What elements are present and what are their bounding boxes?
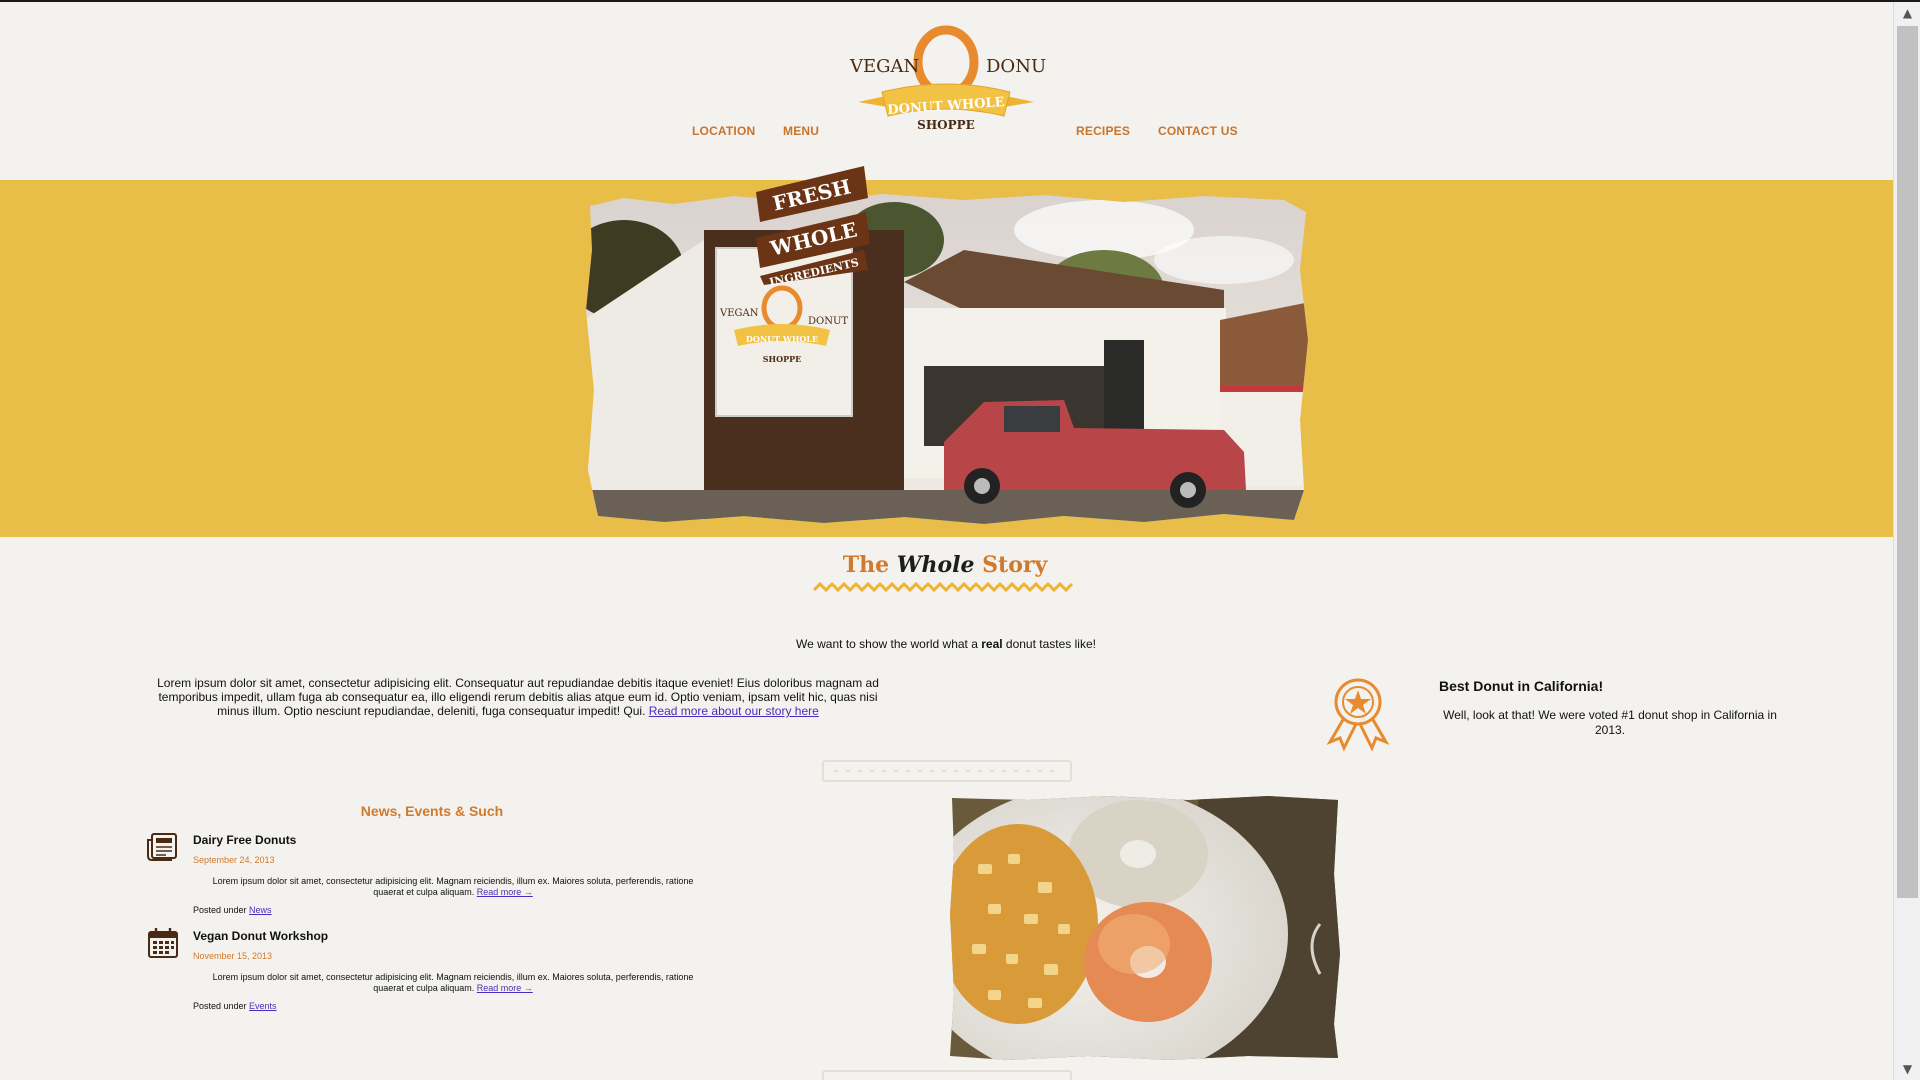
story-heading-story: Story [982,552,1048,578]
sign-ribbon-text: DONUT WHOLE [746,334,818,344]
news-item-date: September 24, 2013 [193,855,275,865]
news-item-posted: Posted under Events [193,1001,277,1011]
news-item-title[interactable]: Vegan Donut Workshop [193,929,328,943]
news-item-body-text: Lorem ipsum dolor sit amet, consectetur … [212,876,694,897]
tagline-bold: real [981,637,1003,651]
sign-vegan-text: VEGAN [719,308,759,319]
browser-top-edge [0,0,1920,2]
news-item-read-more[interactable]: Read more → [477,983,533,993]
news-item-date: November 15, 2013 [193,951,273,961]
posted-under-label: Posted under [193,905,250,915]
news-item-body-text: Lorem ipsum dolor sit amet, consectetur … [212,972,694,993]
news-item-body: Lorem ipsum dolor sit amet, consectetur … [198,876,708,898]
story-heading-underline [812,581,1074,593]
scroll-down-arrow-icon[interactable]: ▼ [1894,1058,1920,1080]
donuts-plate-photo [950,796,1340,1060]
fresh-whole-ingredients-ribbon: FRESH WHOLE INGREDIENTS [756,166,870,285]
story-heading: The Whole Story [810,552,1080,578]
logo-vegan-text: VEGAN [849,56,919,77]
news-heading: News, Events & Such [360,803,504,819]
section-divider-bottom [822,1070,1072,1080]
news-item-category-link[interactable]: Events [249,1001,277,1011]
tagline: We want to show the world what a real do… [700,637,1192,651]
sign-donut-text: DONUT [808,316,848,327]
story-read-more-link[interactable]: Read more about our story here [649,704,819,718]
section-divider [822,760,1072,782]
newspaper-icon [147,833,177,861]
nav-recipes[interactable]: RECIPES [1076,124,1130,138]
nav-contact-us[interactable]: CONTACT US [1158,124,1238,138]
logo-shoppe-text: SHOPPE [917,118,975,132]
scrollbar-thumb[interactable] [1897,26,1918,898]
tagline-post: donut tastes like! [1002,637,1096,651]
story-heading-the: The [842,552,890,578]
scroll-up-arrow-icon[interactable]: ▲ [1894,2,1920,24]
sign-shoppe-text: SHOPPE [763,354,801,364]
news-item-body: Lorem ipsum dolor sit amet, consectetur … [198,972,708,994]
nav-menu[interactable]: MENU [783,124,819,138]
calendar-icon [148,928,178,958]
story-heading-whole: Whole [896,552,975,578]
posted-under-label: Posted under [193,1001,250,1011]
vertical-scrollbar[interactable]: ▲ ▼ [1893,2,1920,1080]
award-text: Well, look at that! We were voted #1 don… [1443,708,1777,737]
news-item-read-more[interactable]: Read more → [477,887,533,897]
logo-donut-text: DONUT [986,56,1046,77]
site-logo[interactable]: DONUT WHOLE VEGAN DONUT SHOPPE [846,24,1046,144]
news-item-posted: Posted under News [193,905,272,915]
award-ribbon-icon [1326,678,1390,752]
tagline-pre: We want to show the world what a [796,637,982,651]
story-body: Lorem ipsum dolor sit amet, consectetur … [148,676,888,718]
award-title: Best Donut in California! [1439,678,1604,694]
nav-location[interactable]: LOCATION [692,124,755,138]
news-item-title[interactable]: Dairy Free Donuts [193,833,296,847]
news-item-category-link[interactable]: News [249,905,272,915]
hero-storefront-photo: DONUT WHOLE VEGAN DONUT SHOPPE [586,194,1308,524]
